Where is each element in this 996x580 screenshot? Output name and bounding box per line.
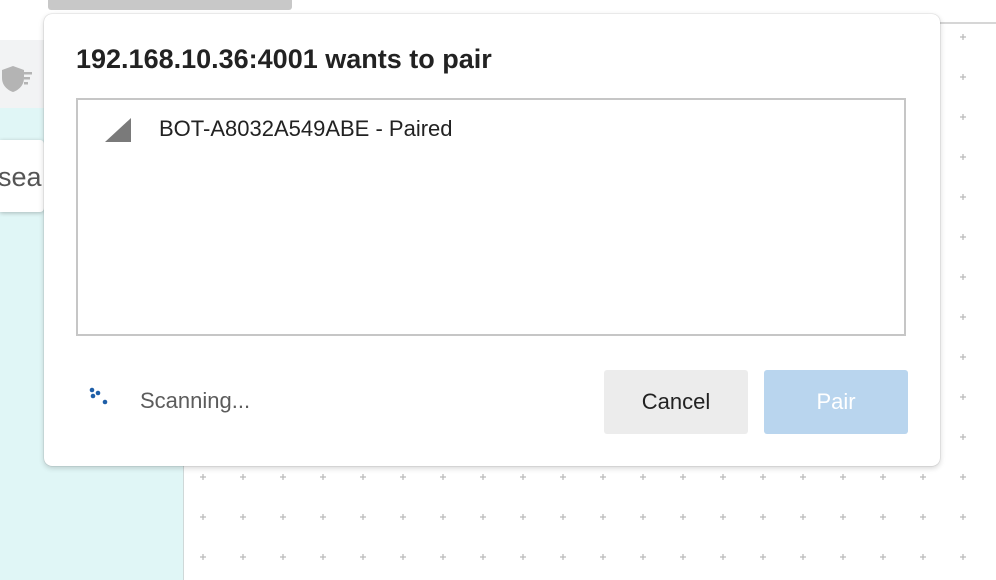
pair-dialog: 192.168.10.36:4001 wants to pair BOT-A80… — [44, 14, 940, 466]
cancel-button[interactable]: Cancel — [604, 370, 748, 434]
shield-icon[interactable] — [0, 64, 34, 94]
device-list[interactable]: BOT-A8032A549ABE - Paired — [76, 98, 906, 336]
signal-strength-icon — [105, 118, 131, 142]
background-search-text: sea — [0, 162, 42, 192]
scanning-status: Scanning... — [140, 388, 251, 413]
spinner-icon — [89, 387, 108, 405]
pair-button[interactable]: Pair — [764, 370, 908, 434]
background-tab[interactable] — [48, 0, 292, 10]
dialog-title: 192.168.10.36:4001 wants to pair — [76, 44, 492, 74]
device-label: BOT-A8032A549ABE - Paired — [159, 116, 453, 141]
device-list-item[interactable]: BOT-A8032A549ABE - Paired — [78, 100, 904, 156]
